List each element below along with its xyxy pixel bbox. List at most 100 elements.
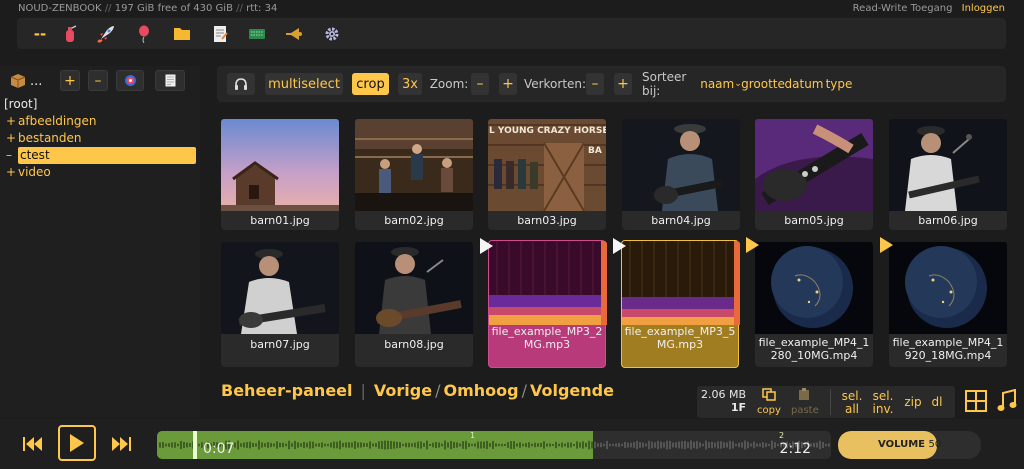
waveform-bar bbox=[615, 443, 617, 447]
waveform-bar bbox=[444, 440, 446, 450]
multiselect-button[interactable]: multiselect bbox=[265, 73, 343, 95]
previous-track-button[interactable] bbox=[20, 431, 46, 457]
admin-panel-link[interactable]: Beheer-paneel bbox=[221, 381, 353, 400]
file-thumb-mp3-2mg[interactable]: file_example_MP3_2 MG.mp3 bbox=[480, 238, 607, 368]
target-icon bbox=[124, 75, 136, 86]
waveform-bar bbox=[528, 442, 530, 448]
tree-toggle[interactable]: – bbox=[6, 147, 18, 164]
waveform-bar bbox=[654, 442, 656, 448]
play-button[interactable] bbox=[58, 425, 96, 461]
shorten-less-button[interactable]: – bbox=[586, 73, 604, 95]
waveform-bar bbox=[651, 441, 653, 449]
tree-expand-button[interactable]: + bbox=[60, 70, 80, 91]
tree-item-label[interactable]: afbeeldingen bbox=[18, 114, 96, 128]
tree-menu-button[interactable]: ... bbox=[9, 71, 55, 91]
next-track-button[interactable] bbox=[108, 431, 134, 457]
file-name: barn05.jpg bbox=[784, 214, 844, 227]
sort-by-size[interactable]: grootte bbox=[741, 73, 785, 95]
tree-toggle[interactable]: + bbox=[6, 164, 18, 181]
waveform-bar bbox=[564, 443, 566, 447]
waveform-bar bbox=[510, 441, 512, 449]
play-indicator-icon[interactable] bbox=[613, 238, 626, 254]
file-thumb-mp4-1280[interactable]: file_example_MP4_1 280_10MG.mp4 bbox=[746, 237, 873, 367]
tree-item-label[interactable]: bestanden bbox=[18, 131, 82, 145]
document-edit-icon[interactable] bbox=[205, 22, 235, 45]
zoom-out-button[interactable]: – bbox=[471, 73, 489, 95]
login-link[interactable]: Inloggen bbox=[962, 3, 1005, 14]
grid-view-button[interactable] bbox=[965, 390, 989, 414]
tree-item-label[interactable]: video bbox=[18, 165, 51, 179]
file-thumb-mp3-5mg[interactable]: file_example_MP3_5 MG.mp3 bbox=[613, 238, 740, 368]
waveform-bar bbox=[585, 442, 587, 448]
waveform-bar bbox=[333, 441, 335, 449]
previous-link[interactable]: Vorige bbox=[374, 381, 432, 400]
waveform-seekbar[interactable]: 1 2 0:07 2:12 bbox=[157, 431, 831, 459]
volume-slider[interactable]: VOLUME 50 bbox=[838, 431, 981, 459]
play-indicator-icon[interactable] bbox=[880, 237, 893, 253]
file-thumb-barn02[interactable]: barn02.jpg bbox=[355, 119, 473, 230]
play-indicator-icon[interactable] bbox=[480, 238, 493, 254]
tree-item-video[interactable]: + video bbox=[0, 164, 200, 181]
waveform-bar bbox=[282, 442, 284, 448]
artwork-text: BA bbox=[588, 146, 602, 156]
file-thumb-barn07[interactable]: barn07.jpg bbox=[221, 242, 339, 367]
headphones-button[interactable] bbox=[227, 73, 255, 95]
skip-back-icon bbox=[23, 437, 42, 451]
sort-by-type[interactable]: type bbox=[826, 73, 853, 95]
thumbnail-image bbox=[221, 242, 339, 334]
next-link[interactable]: Volgende bbox=[530, 381, 614, 400]
zoom-in-button[interactable]: + bbox=[499, 73, 517, 95]
tree-collapse-button[interactable]: – bbox=[88, 70, 108, 91]
up-link[interactable]: Omhoog bbox=[443, 381, 518, 400]
waveform-bar bbox=[291, 443, 293, 447]
tree-toggle[interactable]: + bbox=[6, 130, 18, 147]
play-indicator-icon[interactable] bbox=[746, 237, 759, 253]
tree-item-afbeeldingen[interactable]: + afbeeldingen bbox=[0, 113, 200, 130]
waveform-bar bbox=[531, 443, 533, 447]
folder-icon[interactable] bbox=[167, 22, 197, 45]
tree-item-bestanden[interactable]: + bestanden bbox=[0, 130, 200, 147]
waveform-bar bbox=[663, 442, 665, 448]
playhead[interactable] bbox=[193, 431, 197, 459]
extinguisher-icon[interactable] bbox=[55, 22, 85, 45]
tree-item-ctest[interactable]: – ctest bbox=[0, 147, 200, 164]
rocket-icon[interactable] bbox=[91, 22, 121, 45]
file-thumb-barn05[interactable]: barn05.jpg bbox=[755, 119, 873, 230]
file-thumb-mp4-1920[interactable]: file_example_MP4_1 920_18MG.mp4 bbox=[880, 237, 1007, 367]
waveform-bar bbox=[747, 441, 749, 449]
tree-target-button[interactable] bbox=[116, 70, 144, 91]
shorten-more-button[interactable]: + bbox=[614, 73, 632, 95]
waveform-bar bbox=[189, 443, 191, 447]
gear-icon[interactable] bbox=[317, 22, 347, 45]
keyboard-icon[interactable] bbox=[242, 22, 272, 45]
file-thumb-barn06[interactable]: barn06.jpg bbox=[889, 119, 1007, 230]
sort-by-date[interactable]: datum bbox=[785, 73, 824, 95]
tree-toggle[interactable]: + bbox=[6, 113, 18, 130]
waveform-bar bbox=[657, 440, 659, 450]
waveform-bar bbox=[522, 443, 524, 447]
tree-root[interactable]: [root] bbox=[0, 96, 200, 113]
select-all-button[interactable]: sel. all bbox=[839, 390, 865, 416]
waveform-bar bbox=[315, 443, 317, 447]
select-invert-button[interactable]: sel. inv. bbox=[869, 390, 897, 416]
balloon-icon[interactable] bbox=[129, 22, 159, 45]
music-player-button[interactable] bbox=[996, 388, 1018, 415]
waveform-bar bbox=[693, 441, 695, 449]
file-thumb-barn04[interactable]: barn04.jpg bbox=[622, 119, 740, 230]
horn-icon[interactable] bbox=[279, 22, 309, 45]
zoom-3x-button[interactable]: 3x bbox=[398, 73, 422, 95]
toggle-ops-button[interactable]: -- bbox=[25, 22, 55, 45]
package-icon bbox=[10, 74, 26, 88]
waveform-bar bbox=[606, 440, 608, 450]
copy-button[interactable]: copy bbox=[757, 388, 781, 417]
sort-by-name[interactable]: naam ⌄ bbox=[700, 73, 742, 95]
file-thumb-barn08[interactable]: barn08.jpg bbox=[355, 242, 473, 367]
download-button[interactable]: dl bbox=[927, 396, 947, 409]
tree-textview-button[interactable] bbox=[155, 70, 185, 91]
file-thumb-barn01[interactable]: barn01.jpg bbox=[221, 119, 339, 230]
tree-item-label[interactable]: ctest bbox=[18, 147, 196, 164]
paste-button[interactable]: paste bbox=[791, 388, 819, 417]
zip-button[interactable]: zip bbox=[901, 396, 925, 409]
crop-button[interactable]: crop bbox=[352, 73, 389, 95]
file-thumb-barn03[interactable]: L YOUNG CRAZY HORSE BA barn03.jpg bbox=[488, 119, 606, 230]
